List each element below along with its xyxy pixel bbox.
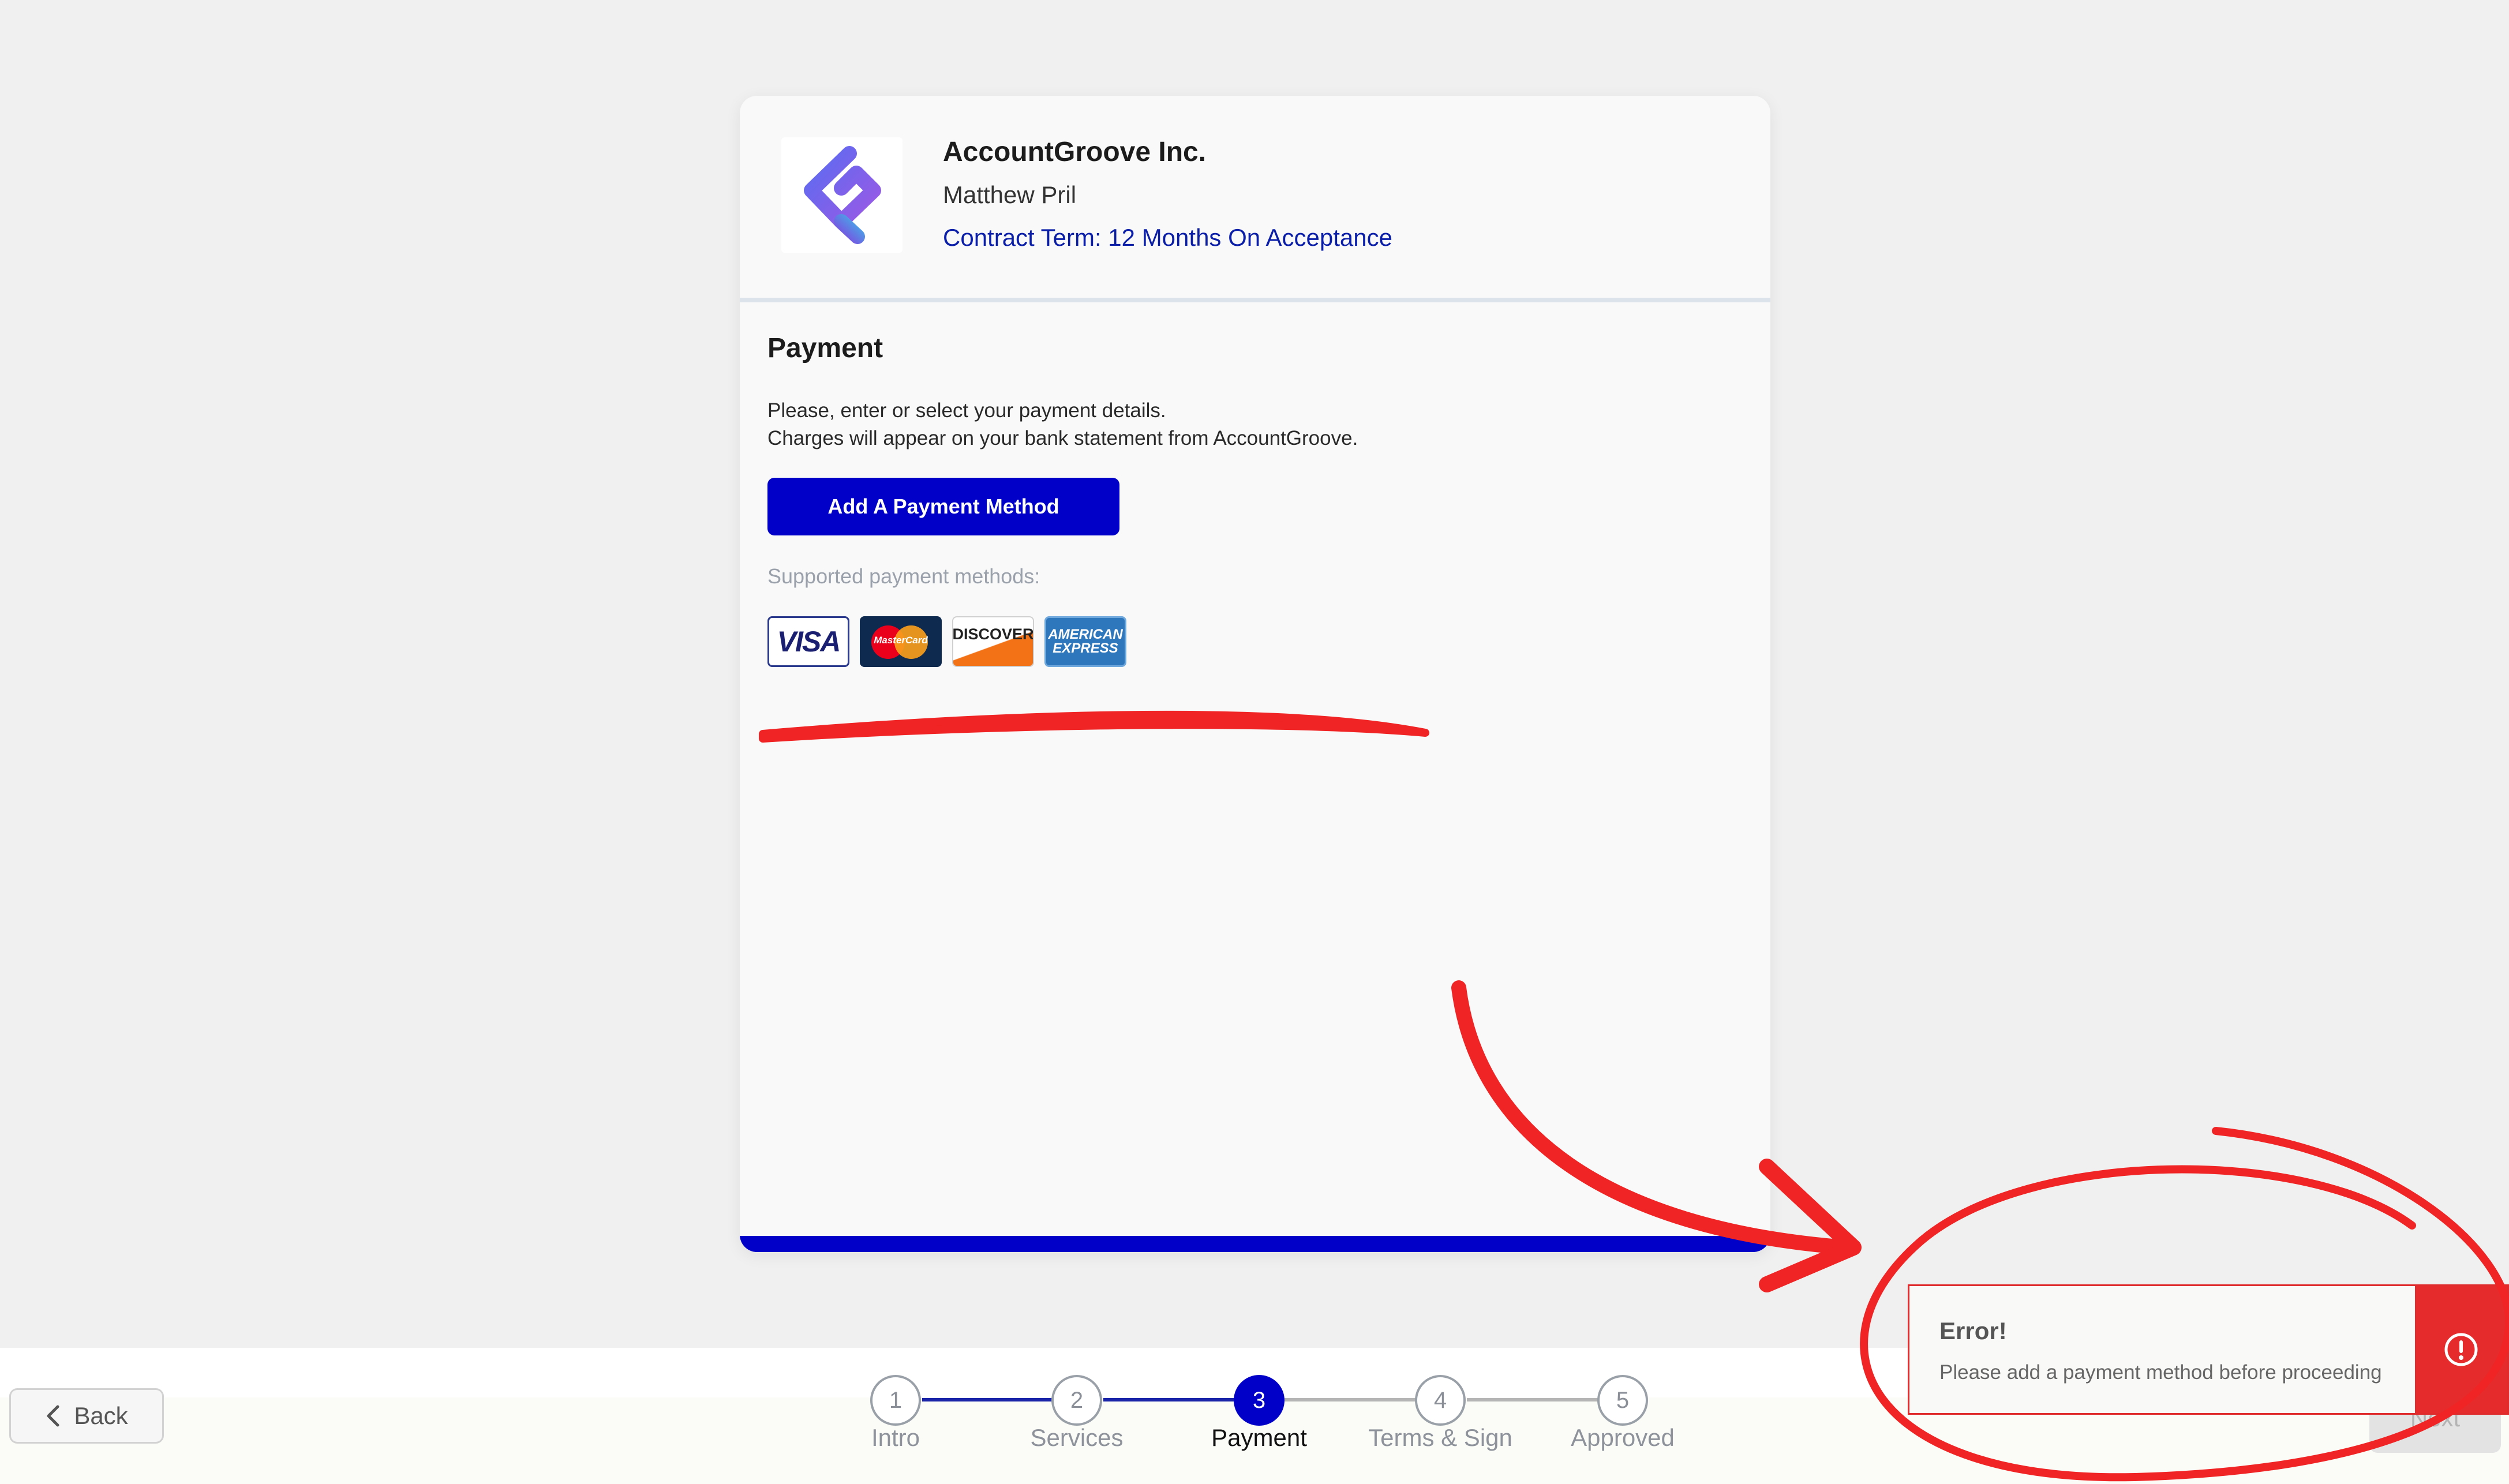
company-name: AccountGroove Inc. [943, 137, 1207, 167]
step-4-circle[interactable]: 4 [1415, 1375, 1466, 1426]
step-2-label[interactable]: Services [1030, 1424, 1123, 1452]
back-button[interactable]: Back [9, 1388, 164, 1444]
supported-methods-label: Supported payment methods: [767, 564, 1040, 588]
chevron-left-icon [47, 1405, 59, 1427]
error-toast[interactable]: Error! Please add a payment method befor… [1908, 1284, 2509, 1415]
amex-logo-line-1: AMERICAN [1048, 627, 1123, 642]
mastercard-logo-icon: MasterCard [860, 616, 942, 667]
amex-logo-line-2: EXPRESS [1053, 640, 1118, 656]
contact-name: Matthew Pril [943, 181, 1077, 208]
visa-logo-text: VISA [777, 625, 841, 658]
step-5-label[interactable]: Approved [1571, 1424, 1675, 1452]
payment-method-logos: VISA MasterCard DISCOVER AMERICAN EXPRES… [767, 616, 1126, 667]
discover-logo-text: DISCOVER [952, 625, 1034, 643]
step-4-label[interactable]: Terms & Sign [1368, 1424, 1512, 1452]
step-5-circle[interactable]: 5 [1597, 1375, 1648, 1426]
toast-message: Please add a payment method before proce… [1939, 1361, 2382, 1384]
toast-title: Error! [1939, 1317, 2007, 1344]
payment-description-line-1: Please, enter or select your payment det… [767, 399, 1166, 422]
step-3-circle[interactable]: 3 [1234, 1375, 1285, 1426]
payment-title: Payment [767, 333, 883, 363]
toast-icon-area [2415, 1286, 2507, 1413]
proposal-card: AccountGroove Inc. Matthew Pril Contract… [740, 96, 1770, 1252]
card-header: AccountGroove Inc. Matthew Pril Contract… [740, 96, 1770, 302]
accountgroove-logo-icon [804, 146, 881, 244]
card-progress-bar [740, 1236, 1770, 1252]
back-button-label: Back [74, 1402, 128, 1429]
add-payment-method-button[interactable]: Add A Payment Method [767, 478, 1119, 535]
exclamation-circle-icon [2444, 1333, 2478, 1366]
step-3-label[interactable]: Payment [1211, 1424, 1307, 1452]
mastercard-logo-text: MasterCard [874, 635, 928, 646]
step-1-circle[interactable]: 1 [870, 1375, 921, 1426]
amex-logo-icon: AMERICAN EXPRESS [1044, 616, 1126, 667]
discover-logo-icon: DISCOVER [952, 616, 1034, 667]
payment-description-line-2: Charges will appear on your bank stateme… [767, 427, 1358, 449]
step-1-label[interactable]: Intro [871, 1424, 920, 1452]
company-logo [781, 137, 903, 253]
annotation-arrow-head [1759, 1159, 1862, 1292]
step-2-circle[interactable]: 2 [1051, 1375, 1102, 1426]
visa-logo-icon: VISA [767, 616, 849, 667]
contract-term: Contract Term: 12 Months On Acceptance [943, 224, 1392, 251]
payment-description: Please, enter or select your payment det… [767, 397, 1358, 452]
